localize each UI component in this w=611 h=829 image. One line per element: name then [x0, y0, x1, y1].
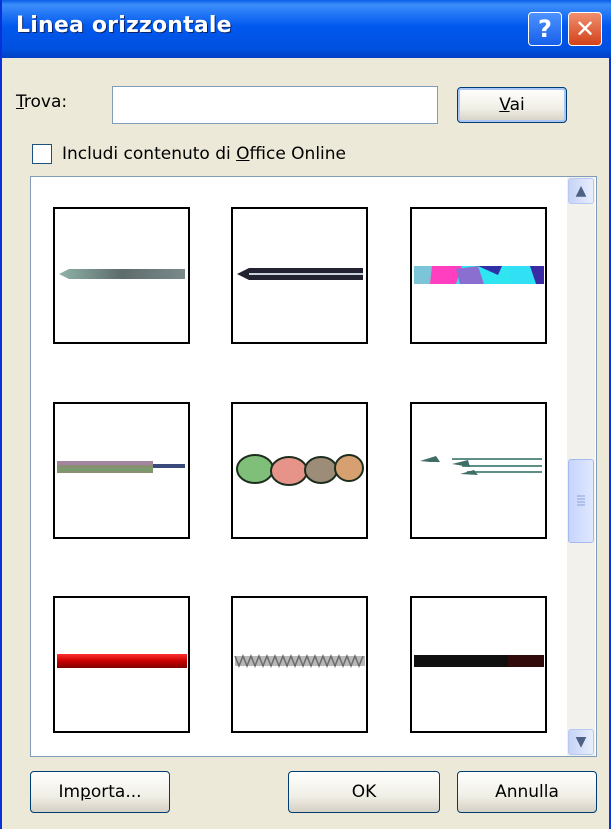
dialog-window: Linea orizzontale ? ✕ Trova: Vai Includi… — [0, 0, 611, 829]
gallery-item-zigzag-line[interactable] — [231, 596, 368, 733]
go-button[interactable]: Vai — [457, 87, 567, 123]
scroll-up-button[interactable]: ▲ — [568, 178, 594, 204]
line-preview — [236, 454, 364, 486]
line-preview — [414, 655, 544, 667]
gallery-item-colorful-blocks-line[interactable] — [410, 207, 547, 344]
search-label: Trova: — [16, 92, 68, 112]
line-preview — [57, 654, 187, 668]
line-preview — [414, 266, 544, 284]
scroll-down-button[interactable]: ▼ — [568, 729, 594, 755]
line-preview — [420, 456, 542, 475]
line-preview — [59, 269, 185, 279]
scroll-thumb[interactable] — [568, 459, 594, 543]
chevron-up-icon: ▲ — [575, 183, 587, 199]
line-preview — [237, 268, 363, 280]
search-input[interactable] — [112, 86, 438, 124]
gallery-item-gradient-arrow-line[interactable] — [53, 207, 190, 344]
gallery-item-double-arrow-line[interactable] — [231, 207, 368, 344]
line-preview — [57, 461, 185, 473]
gallery-item-speckled-line[interactable] — [53, 402, 190, 539]
office-online-checkbox[interactable] — [32, 144, 52, 164]
title-bar[interactable]: Linea orizzontale ? ✕ — [2, 0, 611, 58]
gallery-item-swoosh-lines[interactable] — [410, 402, 547, 539]
close-icon: ✕ — [574, 15, 596, 43]
cancel-button[interactable]: Annulla — [457, 771, 597, 813]
gallery-item-black-bar-line[interactable] — [410, 596, 547, 733]
ok-button[interactable]: OK — [288, 771, 440, 813]
help-icon: ? — [538, 15, 552, 43]
import-button[interactable]: Importa... — [30, 771, 170, 813]
close-button[interactable]: ✕ — [568, 12, 602, 46]
office-online-label[interactable]: Includi contenuto di Office Online — [62, 144, 346, 164]
vertical-scrollbar[interactable]: ▲ ▼ — [567, 177, 595, 756]
line-preview — [234, 653, 365, 669]
help-button[interactable]: ? — [528, 12, 562, 46]
chevron-down-icon: ▼ — [575, 734, 587, 750]
grip-icon — [577, 495, 585, 506]
line-gallery[interactable] — [30, 176, 597, 757]
gallery-item-red-bar-line[interactable] — [53, 596, 190, 733]
window-title: Linea orizzontale — [16, 13, 232, 38]
gallery-item-leaves-line[interactable] — [231, 402, 368, 539]
